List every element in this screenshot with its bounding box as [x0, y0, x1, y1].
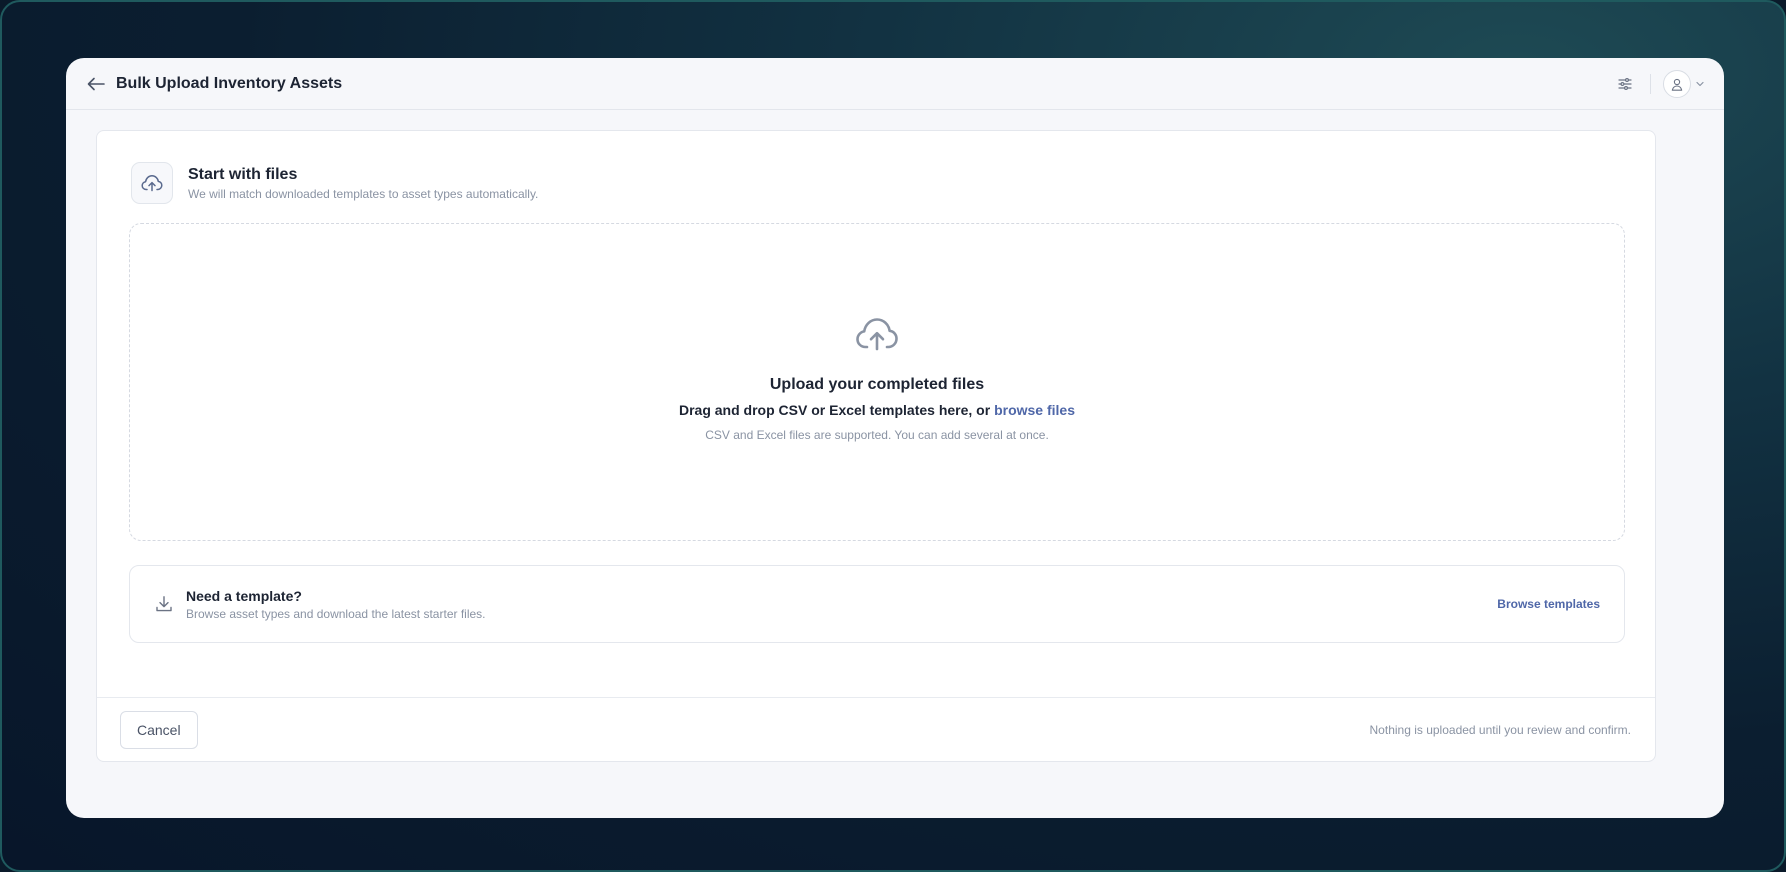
- upload-window: Bulk Upload Inventory Assets Start with …: [66, 58, 1724, 818]
- toolbar-divider: [1650, 74, 1651, 94]
- account-menu-button[interactable]: [1663, 70, 1704, 98]
- section-title: Start with files: [188, 165, 298, 183]
- cloud-upload-icon: [131, 162, 173, 204]
- template-title: Need a template?: [186, 587, 302, 604]
- desktop-backdrop: Bulk Upload Inventory Assets Start with …: [0, 0, 1786, 872]
- template-text: Need a template? Browse asset types and …: [186, 587, 486, 622]
- chevron-down-icon: [1696, 81, 1704, 87]
- cancel-button[interactable]: Cancel: [120, 710, 198, 749]
- upload-card: Start with files We will match downloade…: [96, 130, 1656, 762]
- dropzone-instruction: Drag and drop CSV or Excel templates her…: [679, 401, 1075, 419]
- browse-templates-link[interactable]: Browse templates: [1497, 597, 1600, 611]
- back-button[interactable]: [86, 74, 106, 94]
- cloud-upload-icon: [855, 316, 899, 357]
- titlebar-actions: [1614, 58, 1704, 110]
- file-dropzone[interactable]: Upload your completed files Drag and dro…: [129, 223, 1625, 541]
- dropzone-instruction-text: Drag and drop CSV or Excel templates her…: [678, 402, 995, 418]
- avatar[interactable]: [1663, 70, 1691, 98]
- browse-files-link[interactable]: browse files: [994, 402, 1075, 418]
- dropzone-title: Upload your completed files: [769, 376, 985, 393]
- section-header: Start with files We will match downloade…: [131, 162, 538, 204]
- arrow-left-icon: [87, 77, 105, 90]
- dropzone-note: CSV and Excel files are supported. You c…: [705, 428, 1049, 442]
- titlebar: Bulk Upload Inventory Assets: [66, 58, 1724, 110]
- settings-button[interactable]: [1614, 73, 1636, 95]
- template-subtitle: Browse asset types and download the late…: [186, 606, 486, 621]
- download-icon: [154, 594, 174, 614]
- footer-note: Nothing is uploaded until you review and…: [1369, 722, 1631, 737]
- template-panel: Need a template? Browse asset types and …: [129, 565, 1625, 643]
- page-title: Bulk Upload Inventory Assets: [116, 74, 343, 92]
- user-icon: [1671, 78, 1683, 91]
- sliders-icon: [1618, 78, 1632, 90]
- section-subtitle: We will match downloaded templates to as…: [188, 186, 539, 201]
- card-footer: Cancel Nothing is uploaded until you rev…: [97, 697, 1655, 761]
- section-text: Start with files We will match downloade…: [188, 165, 538, 202]
